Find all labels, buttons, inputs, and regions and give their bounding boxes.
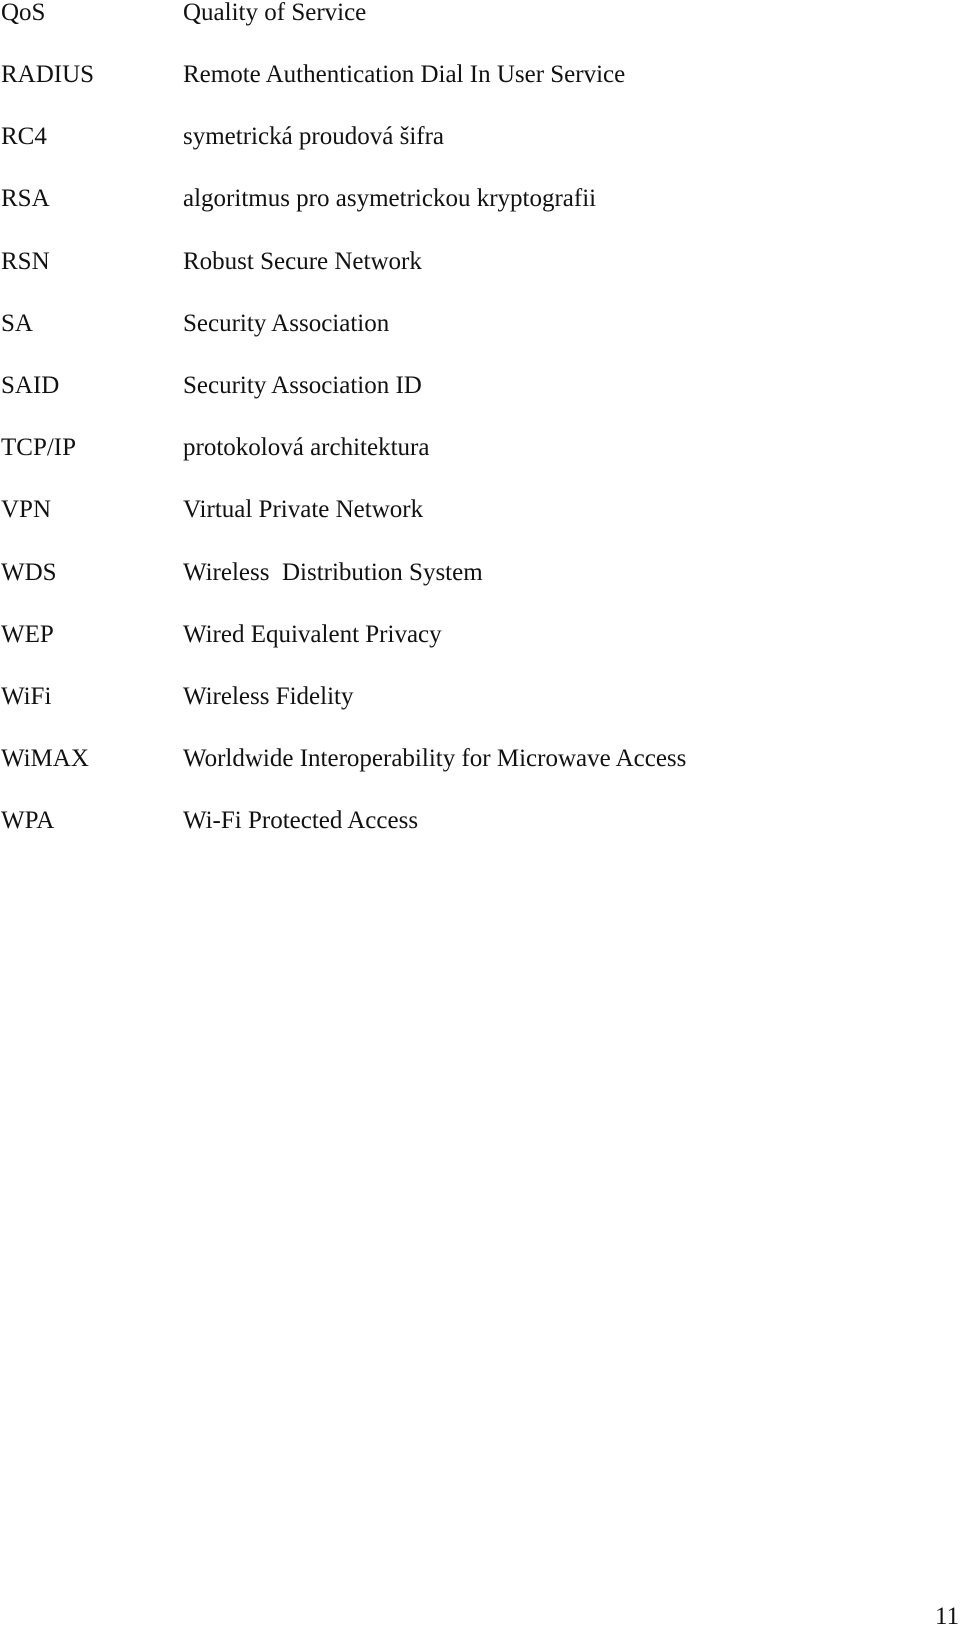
abbreviation-row: SAID Security Association ID (0, 373, 960, 413)
abbreviation-definition: protokolová architektura (183, 434, 430, 461)
abbreviation-term: WDS (1, 559, 57, 586)
abbreviation-term: WiFi (1, 683, 52, 710)
abbreviation-row: TCP/IP protokolová architektura (0, 435, 960, 475)
abbreviation-term: VPN (1, 496, 52, 523)
abbreviation-definition: Remote Authentication Dial In User Servi… (183, 61, 626, 88)
abbreviation-term: RSN (1, 248, 50, 275)
abbreviation-definition: Wi-Fi Protected Access (183, 807, 419, 834)
abbreviation-term: WPA (1, 807, 55, 834)
abbreviation-row: VPN Virtual Private Network (0, 497, 960, 537)
abbreviation-row: WiMAX Worldwide Interoperability for Mic… (0, 746, 960, 786)
abbreviation-definition: Wired Equivalent Privacy (183, 621, 442, 648)
abbreviation-term: RADIUS (1, 61, 95, 88)
abbreviation-definition: Wireless Fidelity (183, 683, 354, 710)
abbreviation-definition: symetrická proudová šifra (183, 123, 445, 150)
abbreviation-row: WiFi Wireless Fidelity (0, 684, 960, 724)
abbreviation-term: RC4 (1, 123, 47, 150)
abbreviation-term: SA (1, 310, 33, 337)
abbreviation-row: RC4 symetrická proudová šifra (0, 124, 960, 164)
abbreviation-row: WPA Wi-Fi Protected Access (0, 808, 960, 848)
abbreviation-definition: Wireless Distribution System (183, 559, 483, 586)
abbreviation-definition: Virtual Private Network (183, 496, 424, 523)
page-number: 11 (935, 1603, 960, 1630)
abbreviation-row: WDS Wireless Distribution System (0, 560, 960, 600)
abbreviation-term: QoS (1, 0, 46, 26)
abbreviation-row: SA Security Association (0, 311, 960, 351)
abbreviation-definition: Security Association (183, 310, 390, 337)
abbreviation-definition: Security Association ID (183, 372, 422, 399)
abbreviation-definition: Robust Secure Network (183, 248, 422, 275)
abbreviation-term: WiMAX (1, 745, 89, 772)
abbreviation-term: RSA (1, 185, 50, 212)
abbreviation-row: RADIUS Remote Authentication Dial In Use… (0, 62, 960, 102)
abbreviation-definition: algoritmus pro asymetrickou kryptografii (183, 185, 597, 212)
abbreviation-term: WEP (1, 621, 54, 648)
abbreviation-term: TCP/IP (1, 434, 77, 461)
abbreviation-row: RSN Robust Secure Network (0, 249, 960, 289)
abbreviation-row: WEP Wired Equivalent Privacy (0, 622, 960, 662)
abbreviation-term: SAID (1, 372, 60, 399)
abbreviation-definition: Worldwide Interoperability for Microwave… (183, 745, 687, 772)
abbreviation-row: QoS Quality of Service (0, 0, 960, 40)
abbreviation-definition: Quality of Service (183, 0, 367, 26)
abbreviation-row: RSA algoritmus pro asymetrickou kryptogr… (0, 186, 960, 226)
